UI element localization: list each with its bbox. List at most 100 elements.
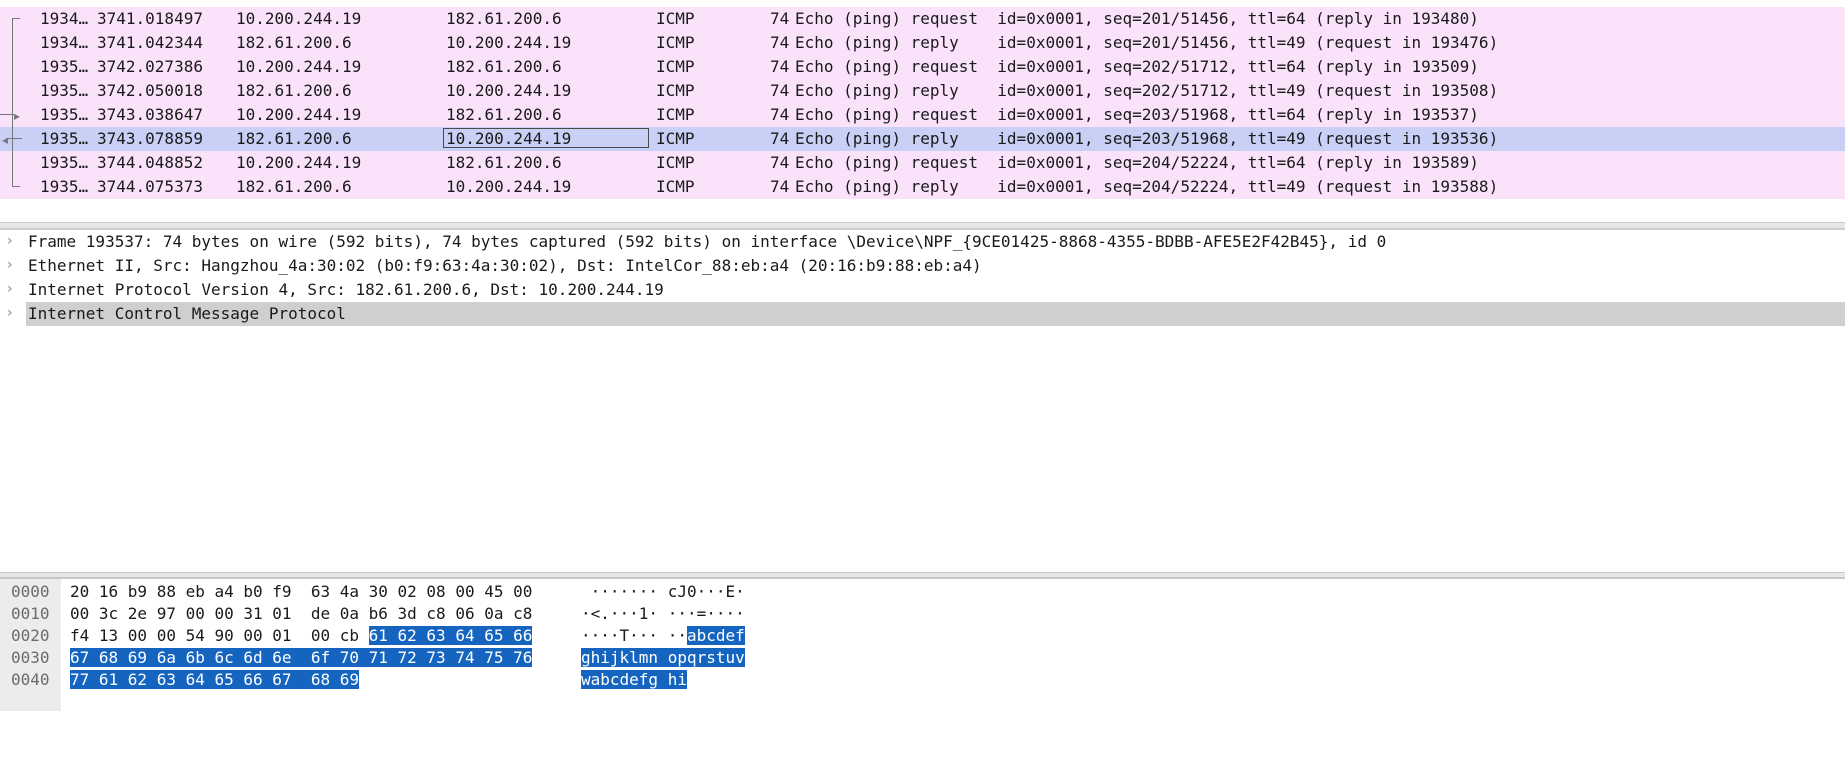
packet-row[interactable]: 1934… 3741.018497 10.200.244.19 182.61.2…	[0, 7, 1845, 31]
packet-length: 74	[770, 9, 790, 28]
related-packet-indicator: ◂	[0, 127, 30, 151]
packet-number: 1934…	[40, 33, 89, 52]
bytes-row: 0030 67 68 69 6a 6b 6c 6d 6e 6f 70 71 72…	[0, 647, 1845, 669]
packet-protocol: ICMP	[656, 153, 695, 172]
hex-bytes[interactable]: f4 13 00 00 54 90 00 01 00 cb 61 62 63 6…	[70, 625, 533, 647]
packet-protocol: ICMP	[656, 33, 695, 52]
ascii-bytes[interactable]: ghijklmn opqrstuv	[581, 647, 745, 669]
packet-info: Echo (ping) request id=0x0001, seq=204/5…	[795, 153, 1479, 172]
packet-row[interactable]: 1935… 3742.027386 10.200.244.19 182.61.2…	[0, 55, 1845, 79]
tree-item-ipv4[interactable]: › Internet Protocol Version 4, Src: 182.…	[0, 278, 1845, 302]
hex-plain: f4 13 00 00 54 90 00 01 00 cb	[70, 626, 369, 645]
packet-destination: 182.61.200.6	[446, 57, 562, 76]
packet-length: 74	[770, 177, 790, 196]
packet-source: 10.200.244.19	[236, 105, 362, 124]
hex-highlighted: 61 62 63 64 65 66	[368, 626, 533, 645]
packet-source: 182.61.200.6	[236, 33, 352, 52]
bytes-row: 0020 f4 13 00 00 54 90 00 01 00 cb 61 62…	[0, 625, 1845, 647]
bytes-row: 0000 20 16 b9 88 eb a4 b0 f9 63 4a 30 02…	[0, 581, 1845, 603]
hex-bytes[interactable]: 20 16 b9 88 eb a4 b0 f9 63 4a 30 02 08 0…	[70, 581, 532, 603]
packet-row[interactable]: 1935… 3744.075373 182.61.200.6 10.200.24…	[0, 175, 1845, 199]
packet-source: 10.200.244.19	[236, 9, 362, 28]
packet-row[interactable]: 1935… 3742.050018 182.61.200.6 10.200.24…	[0, 79, 1845, 103]
tree-item-icmp[interactable]: › Internet Control Message Protocol	[0, 302, 1845, 326]
packet-destination: 182.61.200.6	[446, 9, 562, 28]
packet-info: Echo (ping) reply id=0x0001, seq=201/514…	[795, 33, 1499, 52]
hex-bytes[interactable]: 67 68 69 6a 6b 6c 6d 6e 6f 70 71 72 73 7…	[70, 647, 533, 669]
packet-destination: 182.61.200.6	[446, 153, 562, 172]
byte-offset: 0020	[11, 626, 50, 645]
ascii-bytes[interactable]: wabcdefg hi	[581, 669, 687, 691]
byte-offset: 0030	[11, 648, 50, 667]
related-packet-indicator	[0, 7, 30, 31]
packet-time: 3742.050018	[97, 81, 203, 100]
packet-protocol: ICMP	[656, 177, 695, 196]
packet-length: 74	[770, 129, 790, 148]
related-packet-indicator: ▸	[0, 103, 30, 127]
packet-details-tree[interactable]: › Frame 193537: 74 bytes on wire (592 bi…	[0, 229, 1845, 573]
tree-item-label: Internet Control Message Protocol	[26, 302, 1845, 326]
related-packet-indicator	[0, 31, 30, 55]
packet-number: 1935…	[40, 57, 89, 76]
chevron-right-icon[interactable]: ›	[7, 258, 19, 272]
packet-protocol: ICMP	[656, 105, 695, 124]
packet-destination: 182.61.200.6	[446, 105, 562, 124]
packet-length: 74	[770, 57, 790, 76]
hex-plain: 20 16 b9 88 eb a4 b0 f9 63 4a 30 02 08 0…	[70, 582, 533, 601]
packet-destination: 10.200.244.19	[446, 81, 572, 100]
related-packet-indicator	[0, 151, 30, 175]
chevron-right-icon[interactable]: ›	[7, 282, 19, 296]
packet-protocol: ICMP	[656, 81, 695, 100]
packet-number: 1935…	[40, 81, 89, 100]
packet-destination[interactable]: 10.200.244.19	[446, 128, 571, 150]
packet-row[interactable]: 1935… 3744.048852 10.200.244.19 182.61.2…	[0, 151, 1845, 175]
packet-length: 74	[770, 81, 790, 100]
chevron-right-icon[interactable]: ›	[7, 234, 19, 248]
packet-info: Echo (ping) reply id=0x0001, seq=203/519…	[795, 129, 1499, 148]
ascii-highlighted: wabcdefg hi	[581, 670, 687, 689]
packet-protocol: ICMP	[656, 129, 695, 148]
tree-item-label: Internet Protocol Version 4, Src: 182.61…	[28, 280, 664, 299]
packet-bytes-pane[interactable]: 0000 20 16 b9 88 eb a4 b0 f9 63 4a 30 02…	[0, 578, 1845, 711]
packet-length: 74	[770, 153, 790, 172]
packet-number: 1935…	[40, 105, 89, 124]
ascii-bytes[interactable]: ·<.···1· ···=····	[581, 603, 745, 625]
bytes-row: 0040 77 61 62 63 64 65 66 67 68 69 wabcd…	[0, 669, 1845, 691]
ascii-highlighted: abcdef	[686, 626, 745, 645]
tree-item-ethernet[interactable]: › Ethernet II, Src: Hangzhou_4a:30:02 (b…	[0, 254, 1845, 278]
packet-row[interactable]: ▸ 1935… 3743.038647 10.200.244.19 182.61…	[0, 103, 1845, 127]
tree-item-frame[interactable]: › Frame 193537: 74 bytes on wire (592 bi…	[0, 230, 1845, 254]
arrow-left-icon: ◂	[2, 133, 9, 147]
hex-bytes[interactable]: 77 61 62 63 64 65 66 67 68 69	[70, 669, 359, 691]
packet-source: 10.200.244.19	[236, 153, 362, 172]
packet-number: 1934…	[40, 9, 89, 28]
packet-time: 3744.048852	[97, 153, 203, 172]
packet-destination: 10.200.244.19	[446, 177, 572, 196]
packet-list[interactable]: 1934… 3741.018497 10.200.244.19 182.61.2…	[0, 0, 1845, 222]
pane-splitter[interactable]	[0, 222, 1845, 229]
packet-row[interactable]: 1934… 3741.042344 182.61.200.6 10.200.24…	[0, 31, 1845, 55]
related-packet-indicator	[0, 175, 30, 199]
hex-highlighted: 67 68 69 6a 6b 6c 6d 6e 6f 70 71 72 73 7…	[70, 648, 533, 667]
packet-length: 74	[770, 33, 790, 52]
packet-length: 74	[770, 105, 790, 124]
packet-info: Echo (ping) request id=0x0001, seq=203/5…	[795, 105, 1479, 124]
packet-row-selected[interactable]: ◂ 1935… 3743.078859 182.61.200.6 10.200.…	[0, 127, 1845, 151]
packet-source: 182.61.200.6	[236, 81, 352, 100]
hex-plain: 00 3c 2e 97 00 00 31 01 de 0a b6 3d c8 0…	[70, 604, 533, 623]
packet-source: 182.61.200.6	[236, 177, 352, 196]
packet-info: Echo (ping) reply id=0x0001, seq=204/522…	[795, 177, 1499, 196]
ascii-bytes[interactable]: ····T··· ··abcdef	[581, 625, 745, 647]
packet-time: 3741.042344	[97, 33, 203, 52]
ascii-plain: ····T··· ··	[581, 626, 687, 645]
packet-time: 3743.078859	[97, 129, 203, 148]
packet-info: Echo (ping) reply id=0x0001, seq=202/517…	[795, 81, 1499, 100]
ascii-bytes[interactable]: ······· cJ0···E·	[581, 581, 745, 603]
hex-bytes[interactable]: 00 3c 2e 97 00 00 31 01 de 0a b6 3d c8 0…	[70, 603, 532, 625]
packet-protocol: ICMP	[656, 9, 695, 28]
tree-item-label: Ethernet II, Src: Hangzhou_4a:30:02 (b0:…	[28, 256, 982, 275]
byte-offset: 0040	[11, 670, 50, 689]
packet-protocol: ICMP	[656, 57, 695, 76]
chevron-right-icon[interactable]: ›	[7, 306, 19, 320]
packet-source: 182.61.200.6	[236, 129, 352, 148]
